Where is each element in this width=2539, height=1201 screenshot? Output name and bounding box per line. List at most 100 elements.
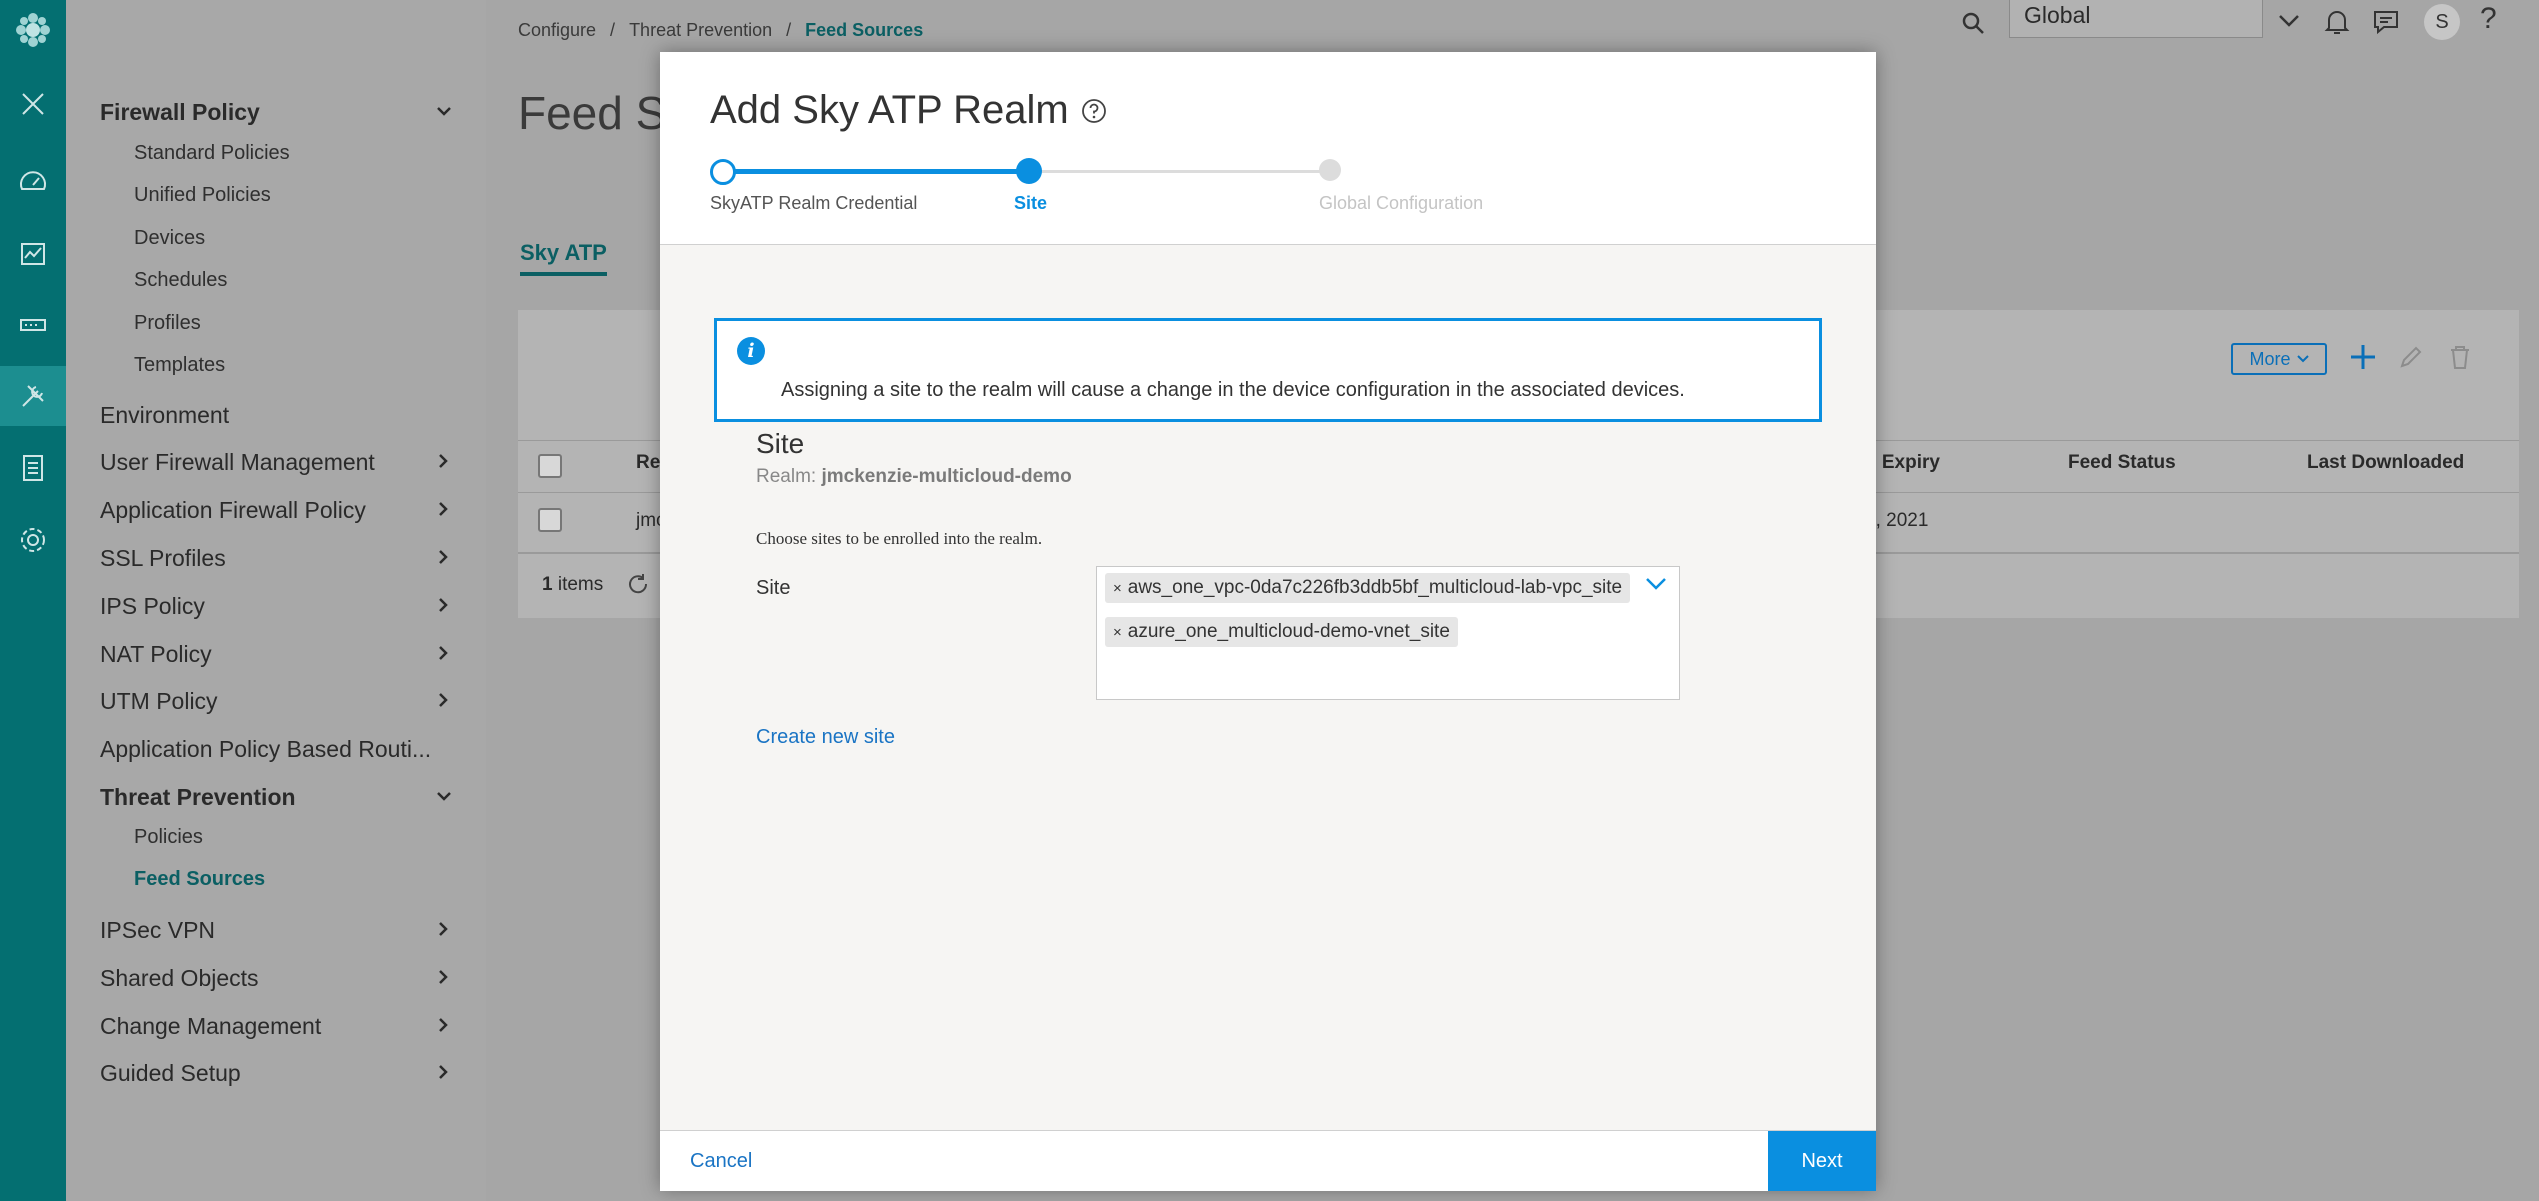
reports-icon[interactable]: [0, 438, 66, 498]
chevron-right-icon[interactable]: [436, 453, 450, 468]
site-tag-label: azure_one_multicloud-demo-vnet_site: [1127, 621, 1450, 642]
items-count-value: 1: [542, 574, 553, 595]
step-1-label[interactable]: SkyATP Realm Credential: [710, 193, 917, 214]
nav-threat-prevention[interactable]: Threat Prevention: [100, 784, 296, 811]
site-field-label: Site: [756, 577, 791, 599]
chevron-right-icon[interactable]: [436, 549, 450, 564]
nav-app-firewall[interactable]: Application Firewall Policy: [100, 497, 366, 524]
column-header-expiry[interactable]: n Expiry: [1865, 452, 1940, 474]
chevron-right-icon[interactable]: [436, 597, 450, 612]
avatar[interactable]: S: [2424, 4, 2460, 40]
step-3-label: Global Configuration: [1319, 193, 1484, 213]
messages-icon[interactable]: [2372, 9, 2400, 40]
close-icon[interactable]: [0, 74, 66, 134]
chevron-down-icon[interactable]: [2278, 14, 2300, 33]
breadcrumb: Configure / Threat Prevention / Feed Sou…: [518, 20, 923, 41]
progress-line-complete: [722, 169, 1030, 174]
nav-firewall-policy[interactable]: Firewall Policy: [100, 99, 260, 126]
create-new-site-link[interactable]: Create new site: [756, 726, 895, 749]
breadcrumb-threat-prevention[interactable]: Threat Prevention: [629, 20, 772, 41]
info-icon: i: [737, 337, 765, 365]
modal-title: Add Sky ATP Realm: [710, 88, 1069, 132]
chevron-right-icon[interactable]: [436, 645, 450, 660]
devices-icon[interactable]: [0, 295, 66, 355]
nav-guided-setup[interactable]: Guided Setup: [100, 1060, 241, 1087]
nav-shared-objects[interactable]: Shared Objects: [100, 965, 259, 992]
nav-sidebar: Firewall Policy Standard Policies Unifie…: [66, 0, 486, 1201]
nav-policies[interactable]: Policies: [134, 826, 203, 849]
delete-icon[interactable]: [2448, 344, 2472, 375]
tab-sky-atp[interactable]: Sky ATP: [520, 240, 607, 276]
chevron-right-icon[interactable]: [436, 969, 450, 984]
nav-change-management[interactable]: Change Management: [100, 1013, 321, 1040]
nav-utm-policy[interactable]: UTM Policy: [100, 688, 218, 715]
chevron-right-icon[interactable]: [436, 921, 450, 936]
icon-rail: [0, 0, 66, 1201]
nav-unified-policies[interactable]: Unified Policies: [134, 184, 271, 207]
more-button-label: More: [2249, 348, 2291, 369]
nav-user-firewall[interactable]: User Firewall Management: [100, 449, 375, 476]
search-icon[interactable]: [1960, 10, 1986, 41]
more-button[interactable]: More: [2231, 343, 2327, 375]
nav-ssl-profiles[interactable]: SSL Profiles: [100, 545, 226, 572]
edit-icon[interactable]: [2398, 344, 2424, 375]
nav-ips-policy[interactable]: IPS Policy: [100, 593, 205, 620]
nav-app-policy-routing[interactable]: Application Policy Based Routi...: [100, 736, 431, 763]
row-checkbox[interactable]: [538, 508, 562, 532]
breadcrumb-feed-sources: Feed Sources: [805, 20, 924, 40]
nav-devices[interactable]: Devices: [134, 227, 205, 250]
chevron-right-icon[interactable]: [436, 501, 450, 516]
nav-schedules[interactable]: Schedules: [134, 269, 227, 292]
chevron-right-icon[interactable]: [436, 692, 450, 707]
help-circle-icon[interactable]: [1081, 98, 1107, 124]
modal-title-row: Add Sky ATP Realm: [710, 88, 1107, 133]
configure-icon[interactable]: [0, 366, 66, 426]
chevron-down-icon[interactable]: [436, 104, 451, 118]
app-logo-icon[interactable]: [0, 0, 66, 60]
help-icon[interactable]: ?: [2480, 2, 2497, 36]
column-header-last-downloaded[interactable]: Last Downloaded: [2307, 452, 2464, 474]
section-title: Site: [756, 428, 805, 459]
site-tag: × aws_one_vpc-0da7c226fb3ddb5bf_multiclo…: [1105, 573, 1631, 603]
nav-environment[interactable]: Environment: [100, 402, 229, 429]
bell-icon[interactable]: [2324, 8, 2350, 41]
domain-select[interactable]: Global: [2009, 0, 2263, 38]
nav-feed-sources[interactable]: Feed Sources: [134, 868, 265, 891]
chevron-down-icon: [2296, 355, 2309, 363]
progress-line-pending: [1030, 170, 1330, 173]
chevron-right-icon[interactable]: [436, 1064, 450, 1079]
breadcrumb-separator: /: [610, 20, 616, 40]
nav-ipsec-vpn[interactable]: IPSec VPN: [100, 917, 215, 944]
info-banner: i Assigning a site to the realm will cau…: [714, 318, 1822, 422]
step-2-label: Site: [1014, 193, 1048, 213]
next-button[interactable]: Next: [1768, 1131, 1876, 1191]
site-tag-label: aws_one_vpc-0da7c226fb3ddb5bf_multicloud…: [1127, 577, 1623, 598]
settings-icon[interactable]: [0, 510, 66, 570]
breadcrumb-configure[interactable]: Configure: [518, 20, 596, 41]
site-multiselect[interactable]: × aws_one_vpc-0da7c226fb3ddb5bf_multiclo…: [1096, 566, 1680, 700]
realm-label: Realm:: [756, 466, 817, 487]
add-icon[interactable]: [2348, 342, 2378, 377]
refresh-icon[interactable]: [626, 572, 650, 601]
nav-standard-policies[interactable]: Standard Policies: [134, 142, 290, 165]
dashboard-icon[interactable]: [0, 152, 66, 212]
chevron-down-icon[interactable]: [1645, 577, 1667, 596]
modal-header: Add Sky ATP Realm SkyATP Realm Credentia…: [660, 52, 1876, 245]
add-realm-modal: Add Sky ATP Realm SkyATP Realm Credentia…: [660, 52, 1876, 1191]
remove-tag-icon[interactable]: ×: [1113, 580, 1122, 597]
select-all-checkbox[interactable]: [538, 454, 562, 478]
realm-line: Realm: jmckenzie-multicloud-demo: [756, 466, 1072, 488]
column-header-feed-status[interactable]: Feed Status: [2068, 452, 2176, 474]
nav-templates[interactable]: Templates: [134, 354, 225, 377]
cancel-button[interactable]: Cancel: [690, 1150, 752, 1173]
page-title: Feed S: [518, 87, 667, 139]
chevron-right-icon[interactable]: [436, 1017, 450, 1032]
monitor-icon[interactable]: [0, 224, 66, 284]
chevron-down-icon[interactable]: [436, 789, 451, 803]
step-3-marker: [1319, 159, 1341, 181]
step-2-marker: [1016, 158, 1042, 184]
nav-nat-policy[interactable]: NAT Policy: [100, 641, 212, 668]
nav-profiles[interactable]: Profiles: [134, 312, 201, 335]
remove-tag-icon[interactable]: ×: [1113, 624, 1122, 641]
items-count: 1 items: [542, 574, 603, 596]
